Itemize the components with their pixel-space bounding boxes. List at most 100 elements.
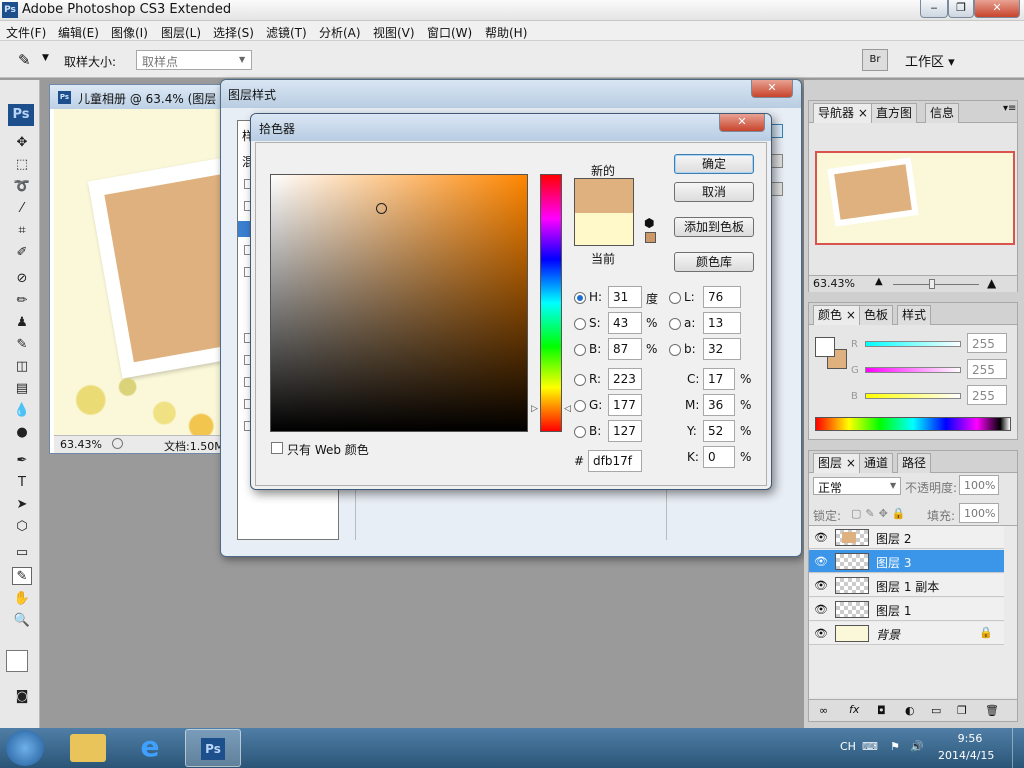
g-channel-slider[interactable] (865, 367, 961, 373)
b-channel-slider[interactable] (865, 393, 961, 399)
color-picker-dialog[interactable]: 拾色器 ✕ ▷ ◁ 新的 当前 ⬢ 确定 取消 添加到色板 颜色库 H: 31 … (250, 113, 772, 490)
eyedropper-icon[interactable]: ✎ (18, 51, 31, 69)
close-icon[interactable]: × (846, 308, 856, 322)
eye-icon[interactable]: 👁 (814, 627, 828, 640)
menu-help[interactable]: 帮助(H) (485, 24, 527, 41)
cancel-button[interactable]: 取消 (674, 182, 754, 202)
add-mask-icon[interactable]: ◘ (877, 704, 886, 717)
new-layer-icon[interactable]: ❐ (957, 704, 967, 717)
volume-icon[interactable]: 🔊 (910, 740, 924, 753)
layer-row[interactable]: 👁 背景 🔒 (809, 622, 1004, 645)
sample-size-select[interactable]: 取样点 ▼ (136, 50, 252, 70)
foreground-color-swatch[interactable] (6, 650, 28, 672)
type-tool-icon[interactable]: T (12, 474, 32, 492)
h-radio[interactable] (574, 292, 586, 304)
color-field-cursor[interactable] (376, 203, 387, 214)
color-field[interactable] (270, 174, 528, 432)
panel-menu-icon[interactable]: ▾≡ (1003, 103, 1016, 114)
restore-button[interactable]: ❐ (948, 0, 974, 18)
eye-icon[interactable]: 👁 (814, 579, 828, 592)
color-panel-foreground[interactable] (815, 337, 835, 357)
marquee-tool-icon[interactable]: ⬚ (12, 156, 32, 174)
menu-layer[interactable]: 图层(L) (161, 24, 201, 41)
layer-row-selected[interactable]: 👁 图层 3 (809, 550, 1004, 573)
bridge-icon[interactable]: Br (862, 49, 888, 71)
color-picker-close-button[interactable]: ✕ (719, 114, 765, 132)
trash-icon[interactable]: 🗑 (985, 704, 999, 717)
tab-color[interactable]: 颜色 × (813, 305, 861, 325)
hex-field[interactable]: dfb17f (588, 450, 642, 472)
rgb-b-radio[interactable] (574, 426, 586, 438)
brush-tool-icon[interactable]: ✏ (12, 292, 32, 310)
notes-tool-icon[interactable]: ▭ (12, 544, 32, 562)
web-colors-only-checkbox[interactable] (271, 442, 283, 454)
lasso-tool-icon[interactable]: ➰ (12, 178, 32, 196)
zoom-slider-handle[interactable] (929, 279, 935, 289)
hue-slider-right-arrow-icon[interactable]: ◁ (564, 404, 571, 414)
blur-tool-icon[interactable]: 💧 (12, 402, 32, 420)
link-layers-icon[interactable]: ∞ (819, 704, 828, 717)
rgb-b-field[interactable]: 127 (608, 420, 642, 442)
lock-icons[interactable]: ▢✎✥🔒 (851, 507, 910, 520)
y-field[interactable]: 52 (703, 420, 735, 442)
show-desktop-button[interactable] (1012, 728, 1024, 768)
add-to-swatches-button[interactable]: 添加到色板 (674, 217, 754, 237)
explorer-taskbar-icon[interactable] (70, 734, 106, 762)
dodge-tool-icon[interactable]: ● (12, 424, 32, 442)
r-field[interactable]: 223 (608, 368, 642, 390)
tab-styles[interactable]: 样式 (897, 305, 932, 325)
eye-icon[interactable]: 👁 (814, 531, 828, 544)
k-field[interactable]: 0 (703, 446, 735, 468)
document-canvas[interactable] (54, 109, 238, 435)
l-field[interactable]: 76 (703, 286, 741, 308)
b-radio[interactable] (574, 344, 586, 356)
zoom-in-icon[interactable]: ▲ (987, 276, 996, 290)
tab-layers[interactable]: 图层 × (813, 453, 861, 473)
pen-tool-icon[interactable]: ✒ (12, 452, 32, 470)
g-channel-value[interactable]: 255 (967, 359, 1007, 379)
r-channel-slider[interactable] (865, 341, 961, 347)
document-title-bar[interactable]: Ps 儿童相册 @ 63.4% (图层 (50, 85, 238, 109)
blend-mode-select[interactable]: 正常 ▼ (813, 477, 901, 495)
eyedropper-tool-icon[interactable]: ✎ (12, 567, 32, 585)
menu-window[interactable]: 窗口(W) (427, 24, 472, 41)
healing-brush-icon[interactable]: ⊘ (12, 270, 32, 288)
menu-image[interactable]: 图像(I) (111, 24, 148, 41)
tab-info[interactable]: 信息 (925, 103, 960, 123)
layer-style-title-bar[interactable]: 图层样式 ✕ (221, 80, 801, 108)
web-safe-cube-icon[interactable]: ⬢ (644, 216, 654, 230)
layer-style-close-button[interactable]: ✕ (751, 80, 793, 98)
document-window[interactable]: Ps 儿童相册 @ 63.4% (图层 63.43% 文档:1.50M (49, 84, 239, 454)
zoom-tool-icon[interactable]: 🔍 (12, 612, 32, 630)
menu-edit[interactable]: 编辑(E) (58, 24, 99, 41)
a-field[interactable]: 13 (703, 312, 741, 334)
start-button[interactable] (6, 730, 44, 766)
navigator-thumbnail[interactable] (815, 151, 1015, 245)
l-radio[interactable] (669, 292, 681, 304)
c-field[interactable]: 17 (703, 368, 735, 390)
gradient-tool-icon[interactable]: ▤ (12, 380, 32, 398)
tab-channels[interactable]: 通道 (859, 453, 894, 473)
color-ramp[interactable] (815, 417, 1011, 431)
quick-mask-icon[interactable]: ◙ (12, 688, 32, 706)
b-channel-value[interactable]: 255 (967, 385, 1007, 405)
m-field[interactable]: 36 (703, 394, 735, 416)
eraser-icon[interactable]: ◫ (12, 358, 32, 376)
crop-tool-icon[interactable]: ⌗ (12, 222, 32, 240)
r-channel-value[interactable]: 255 (967, 333, 1007, 353)
tab-paths[interactable]: 路径 (897, 453, 932, 473)
photoshop-taskbar-button[interactable]: Ps (185, 729, 241, 767)
tab-swatches[interactable]: 色板 (859, 305, 894, 325)
close-icon[interactable]: × (858, 106, 868, 120)
h-field[interactable]: 31 (608, 286, 642, 308)
menu-select[interactable]: 选择(S) (213, 24, 254, 41)
fill-field[interactable]: 100% (959, 503, 999, 523)
hand-tool-icon[interactable]: ✋ (12, 590, 32, 608)
eye-icon[interactable]: 👁 (814, 555, 828, 568)
web-safe-color-swatch[interactable] (645, 232, 656, 243)
color-picker-title-bar[interactable]: 拾色器 ✕ (251, 114, 771, 141)
hue-slider[interactable] (540, 174, 562, 432)
layer-row[interactable]: 👁 图层 1 (809, 598, 1004, 621)
layer-style-icon[interactable]: fx (849, 703, 859, 716)
g-radio[interactable] (574, 400, 586, 412)
